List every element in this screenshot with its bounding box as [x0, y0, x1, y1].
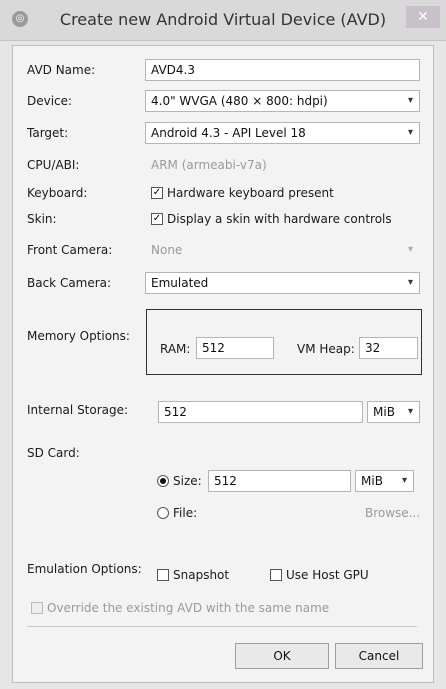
form-panel: AVD Name: AVD4.3 Device: 4.0" WVGA (480 …: [12, 45, 434, 683]
front-camera-value: None: [151, 243, 183, 257]
host-gpu-label[interactable]: Use Host GPU: [286, 568, 369, 582]
memory-options-group: RAM: 512 VM Heap: 32: [146, 309, 422, 375]
front-camera-label: Front Camera:: [27, 243, 113, 257]
emulation-options-label: Emulation Options:: [27, 562, 142, 576]
close-button[interactable]: ✕: [406, 6, 440, 28]
vm-heap-input[interactable]: 32: [359, 337, 418, 359]
sd-size-unit: MiB: [361, 474, 383, 488]
avd-name-input[interactable]: AVD4.3: [145, 59, 420, 81]
vm-heap-label: VM Heap:: [297, 342, 355, 356]
device-select[interactable]: 4.0" WVGA (480 × 800: hdpi) ▾: [145, 90, 420, 112]
skin-checkbox-label[interactable]: Display a skin with hardware controls: [167, 212, 392, 226]
sd-size-label: Size:: [173, 474, 202, 488]
sd-file-radio[interactable]: [157, 507, 169, 519]
chevron-down-icon: ▾: [401, 475, 407, 486]
host-gpu-checkbox[interactable]: [270, 569, 282, 581]
chevron-down-icon: ▾: [407, 277, 413, 288]
skin-checkbox[interactable]: ✓: [151, 213, 163, 225]
keyboard-label: Keyboard:: [27, 186, 88, 200]
back-camera-value: Emulated: [151, 276, 209, 290]
check-icon: ✓: [152, 187, 162, 198]
skin-label: Skin:: [27, 212, 57, 226]
device-value: 4.0" WVGA (480 × 800: hdpi): [151, 94, 328, 108]
ram-label: RAM:: [160, 342, 191, 356]
check-icon: ✓: [152, 213, 162, 224]
chevron-down-icon: ▾: [407, 406, 413, 417]
target-select[interactable]: Android 4.3 - API Level 18 ▾: [145, 122, 420, 144]
keyboard-checkbox[interactable]: ✓: [151, 187, 163, 199]
internal-storage-label: Internal Storage:: [27, 403, 129, 417]
back-camera-select[interactable]: Emulated ▾: [145, 272, 420, 294]
override-label[interactable]: Override the existing AVD with the same …: [47, 601, 329, 615]
title-bar: ◎ Create new Android Virtual Device (AVD…: [0, 0, 446, 41]
cpu-abi-value: ARM (armeabi-v7a): [151, 158, 267, 172]
front-camera-select[interactable]: None ▾: [145, 239, 420, 261]
internal-storage-input[interactable]: 512: [158, 401, 363, 423]
avd-name-label: AVD Name:: [27, 63, 96, 77]
sd-file-label: File:: [173, 506, 198, 520]
chevron-down-icon: ▾: [407, 127, 413, 138]
ram-input[interactable]: 512: [196, 337, 274, 359]
keyboard-checkbox-label[interactable]: Hardware keyboard present: [167, 186, 334, 200]
sd-size-radio[interactable]: [157, 475, 169, 487]
snapshot-checkbox[interactable]: [157, 569, 169, 581]
back-camera-label: Back Camera:: [27, 276, 112, 290]
chevron-down-icon: ▾: [407, 244, 413, 255]
internal-storage-unit-select[interactable]: MiB ▾: [367, 401, 420, 423]
ok-button[interactable]: OK: [235, 643, 329, 669]
internal-storage-unit: MiB: [373, 405, 395, 419]
close-icon: ✕: [417, 9, 429, 25]
chevron-down-icon: ▾: [407, 95, 413, 106]
target-value: Android 4.3 - API Level 18: [151, 126, 306, 140]
sd-card-label: SD Card:: [27, 446, 80, 460]
window-title: Create new Android Virtual Device (AVD): [59, 10, 387, 29]
memory-options-label: Memory Options:: [27, 329, 130, 343]
cpu-abi-label: CPU/ABI:: [27, 158, 80, 172]
browse-button[interactable]: Browse...: [365, 506, 420, 520]
sd-size-input[interactable]: 512: [208, 470, 351, 492]
override-checkbox[interactable]: [31, 602, 43, 614]
sd-size-unit-select[interactable]: MiB ▾: [355, 470, 414, 492]
target-label: Target:: [27, 126, 69, 140]
cancel-button[interactable]: Cancel: [335, 643, 423, 669]
divider: [27, 626, 417, 627]
device-label: Device:: [27, 94, 73, 108]
snapshot-label[interactable]: Snapshot: [173, 568, 229, 582]
